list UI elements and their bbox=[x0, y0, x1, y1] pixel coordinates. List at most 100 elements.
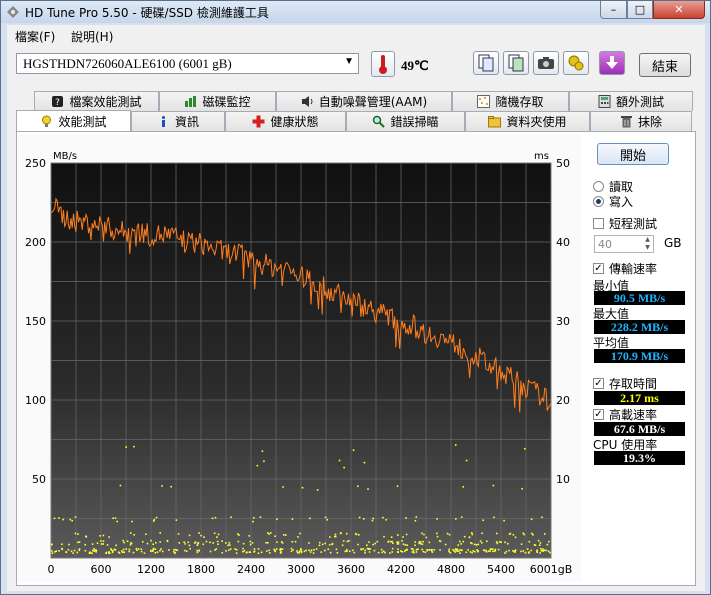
access-time-point bbox=[481, 542, 483, 544]
tab-erase[interactable]: 抹除 bbox=[590, 111, 692, 131]
minimize-button[interactable]: – bbox=[600, 1, 627, 19]
write-radio[interactable] bbox=[593, 196, 604, 207]
access-time-point bbox=[296, 550, 298, 552]
access-time-point bbox=[401, 539, 403, 542]
access-time-point bbox=[156, 551, 159, 553]
access-time-point bbox=[546, 543, 549, 546]
menu-help[interactable]: 說明(H) bbox=[71, 28, 113, 45]
tab-error-scan[interactable]: 錯誤掃瞄 bbox=[346, 111, 465, 131]
access-time-point bbox=[188, 534, 191, 537]
access-time-point bbox=[448, 550, 450, 553]
access-time-point bbox=[452, 549, 454, 551]
access-time-point bbox=[514, 536, 517, 539]
access-time-point bbox=[439, 549, 441, 551]
access-time-point bbox=[100, 543, 103, 545]
access-time-point bbox=[352, 549, 354, 552]
tab-label: 自動噪聲管理(AAM) bbox=[318, 95, 428, 109]
read-radio[interactable] bbox=[593, 181, 604, 192]
access-time-point bbox=[266, 550, 268, 552]
camera-icon[interactable] bbox=[533, 51, 559, 75]
access-time-point bbox=[129, 532, 132, 534]
access-time-point bbox=[168, 549, 170, 551]
access-time-checkbox[interactable]: ✓ bbox=[593, 378, 604, 389]
access-time-point bbox=[428, 541, 431, 544]
access-time-point bbox=[140, 550, 143, 553]
drive-select[interactable]: HGSTHDN726060ALE6100 (6001 gB) ▼ bbox=[16, 53, 359, 74]
tab-folder-usage[interactable]: 資料夾使用 bbox=[465, 111, 590, 131]
tab-label: 檔案效能測試 bbox=[69, 95, 142, 109]
access-time-point bbox=[161, 485, 163, 487]
dropdown-arrow-icon: ▼ bbox=[344, 56, 354, 67]
access-time-point bbox=[198, 549, 201, 552]
access-time-point bbox=[291, 518, 294, 520]
short-test-label: 短程測試 bbox=[609, 217, 658, 231]
access-time-point bbox=[229, 548, 232, 550]
access-time-point bbox=[454, 551, 457, 553]
copy-text-icon[interactable] bbox=[473, 51, 499, 75]
access-time-point bbox=[391, 547, 394, 550]
access-time-point bbox=[541, 516, 543, 519]
access-time-point bbox=[423, 533, 425, 536]
trash-icon bbox=[620, 115, 633, 128]
x-tick-label: 0 bbox=[48, 563, 55, 576]
access-time-point bbox=[392, 542, 394, 544]
access-time-label: 存取時間 bbox=[609, 377, 658, 391]
access-time-point bbox=[512, 533, 515, 536]
access-time-point bbox=[77, 533, 79, 535]
tab-disk-monitor[interactable]: 磁碟監控 bbox=[159, 91, 276, 111]
access-time-point bbox=[364, 551, 366, 554]
access-time-point bbox=[108, 551, 110, 553]
access-time-point bbox=[128, 548, 131, 551]
exit-button[interactable]: 結束 bbox=[639, 53, 691, 77]
access-time-point bbox=[456, 548, 459, 551]
access-time-point bbox=[51, 552, 54, 554]
title-bar[interactable]: HD Tune Pro 5.50 - 硬碟/SSD 檢測維護工具 – □ ✕ bbox=[1, 1, 710, 23]
access-time-point bbox=[110, 549, 113, 551]
burst-rate-value: 67.6 MB/s bbox=[594, 422, 685, 436]
temperature-icon bbox=[371, 51, 395, 77]
access-time-point bbox=[414, 544, 416, 547]
access-time-point bbox=[251, 542, 254, 544]
access-time-point bbox=[260, 551, 263, 554]
access-time-point bbox=[352, 449, 355, 451]
burst-rate-checkbox[interactable]: ✓ bbox=[593, 409, 604, 420]
tab-benchmark[interactable]: 效能測試 bbox=[16, 110, 131, 132]
access-time-point bbox=[431, 551, 434, 553]
access-time-point bbox=[422, 540, 424, 543]
access-time-point bbox=[321, 543, 324, 546]
access-time-point bbox=[298, 552, 300, 554]
access-time-point bbox=[460, 543, 463, 545]
tab-info[interactable]: 資訊 bbox=[131, 111, 225, 131]
tab-random-access[interactable]: 隨機存取 bbox=[452, 91, 569, 111]
access-time-point bbox=[141, 541, 144, 543]
access-time-point bbox=[436, 535, 439, 538]
transfer-rate-checkbox[interactable]: ✓ bbox=[593, 263, 604, 274]
access-time-point bbox=[76, 551, 79, 554]
access-time-point bbox=[495, 532, 498, 535]
x-tick-label: 4200 bbox=[387, 563, 415, 576]
tab-health[interactable]: 健康狀態 bbox=[225, 111, 346, 131]
toolbar: HGSTHDN726060ALE6100 (6001 gB) ▼ 49℃ 結束 bbox=[7, 45, 705, 85]
access-time-point bbox=[476, 549, 478, 551]
save-icon[interactable] bbox=[599, 51, 625, 75]
short-test-checkbox[interactable] bbox=[593, 218, 604, 229]
tab-extra-tests[interactable]: 額外測試 bbox=[569, 91, 693, 111]
tab-file-benchmark[interactable]: ? 檔案效能測試 bbox=[34, 91, 159, 111]
tab-aam[interactable]: 自動噪聲管理(AAM) bbox=[276, 91, 452, 111]
spin-arrows-icon[interactable]: ▲ ▼ bbox=[642, 236, 653, 252]
access-time-point bbox=[125, 548, 128, 550]
access-time-point bbox=[84, 543, 87, 546]
access-time-point bbox=[276, 541, 278, 544]
y-right-axis-label: ms bbox=[534, 151, 549, 162]
access-time-point bbox=[212, 542, 214, 544]
maximize-button[interactable]: □ bbox=[627, 1, 653, 19]
close-button[interactable]: ✕ bbox=[653, 1, 705, 19]
options-icon[interactable] bbox=[563, 51, 589, 75]
start-button[interactable]: 開始 bbox=[597, 143, 669, 165]
copy-screenshot-icon[interactable] bbox=[503, 51, 529, 75]
access-time-point bbox=[166, 540, 169, 543]
y-right-tick-label: 20 bbox=[556, 394, 570, 407]
menu-file[interactable]: 檔案(F) bbox=[15, 28, 55, 45]
access-time-point bbox=[209, 550, 212, 553]
x-tick-label: 600 bbox=[91, 563, 112, 576]
